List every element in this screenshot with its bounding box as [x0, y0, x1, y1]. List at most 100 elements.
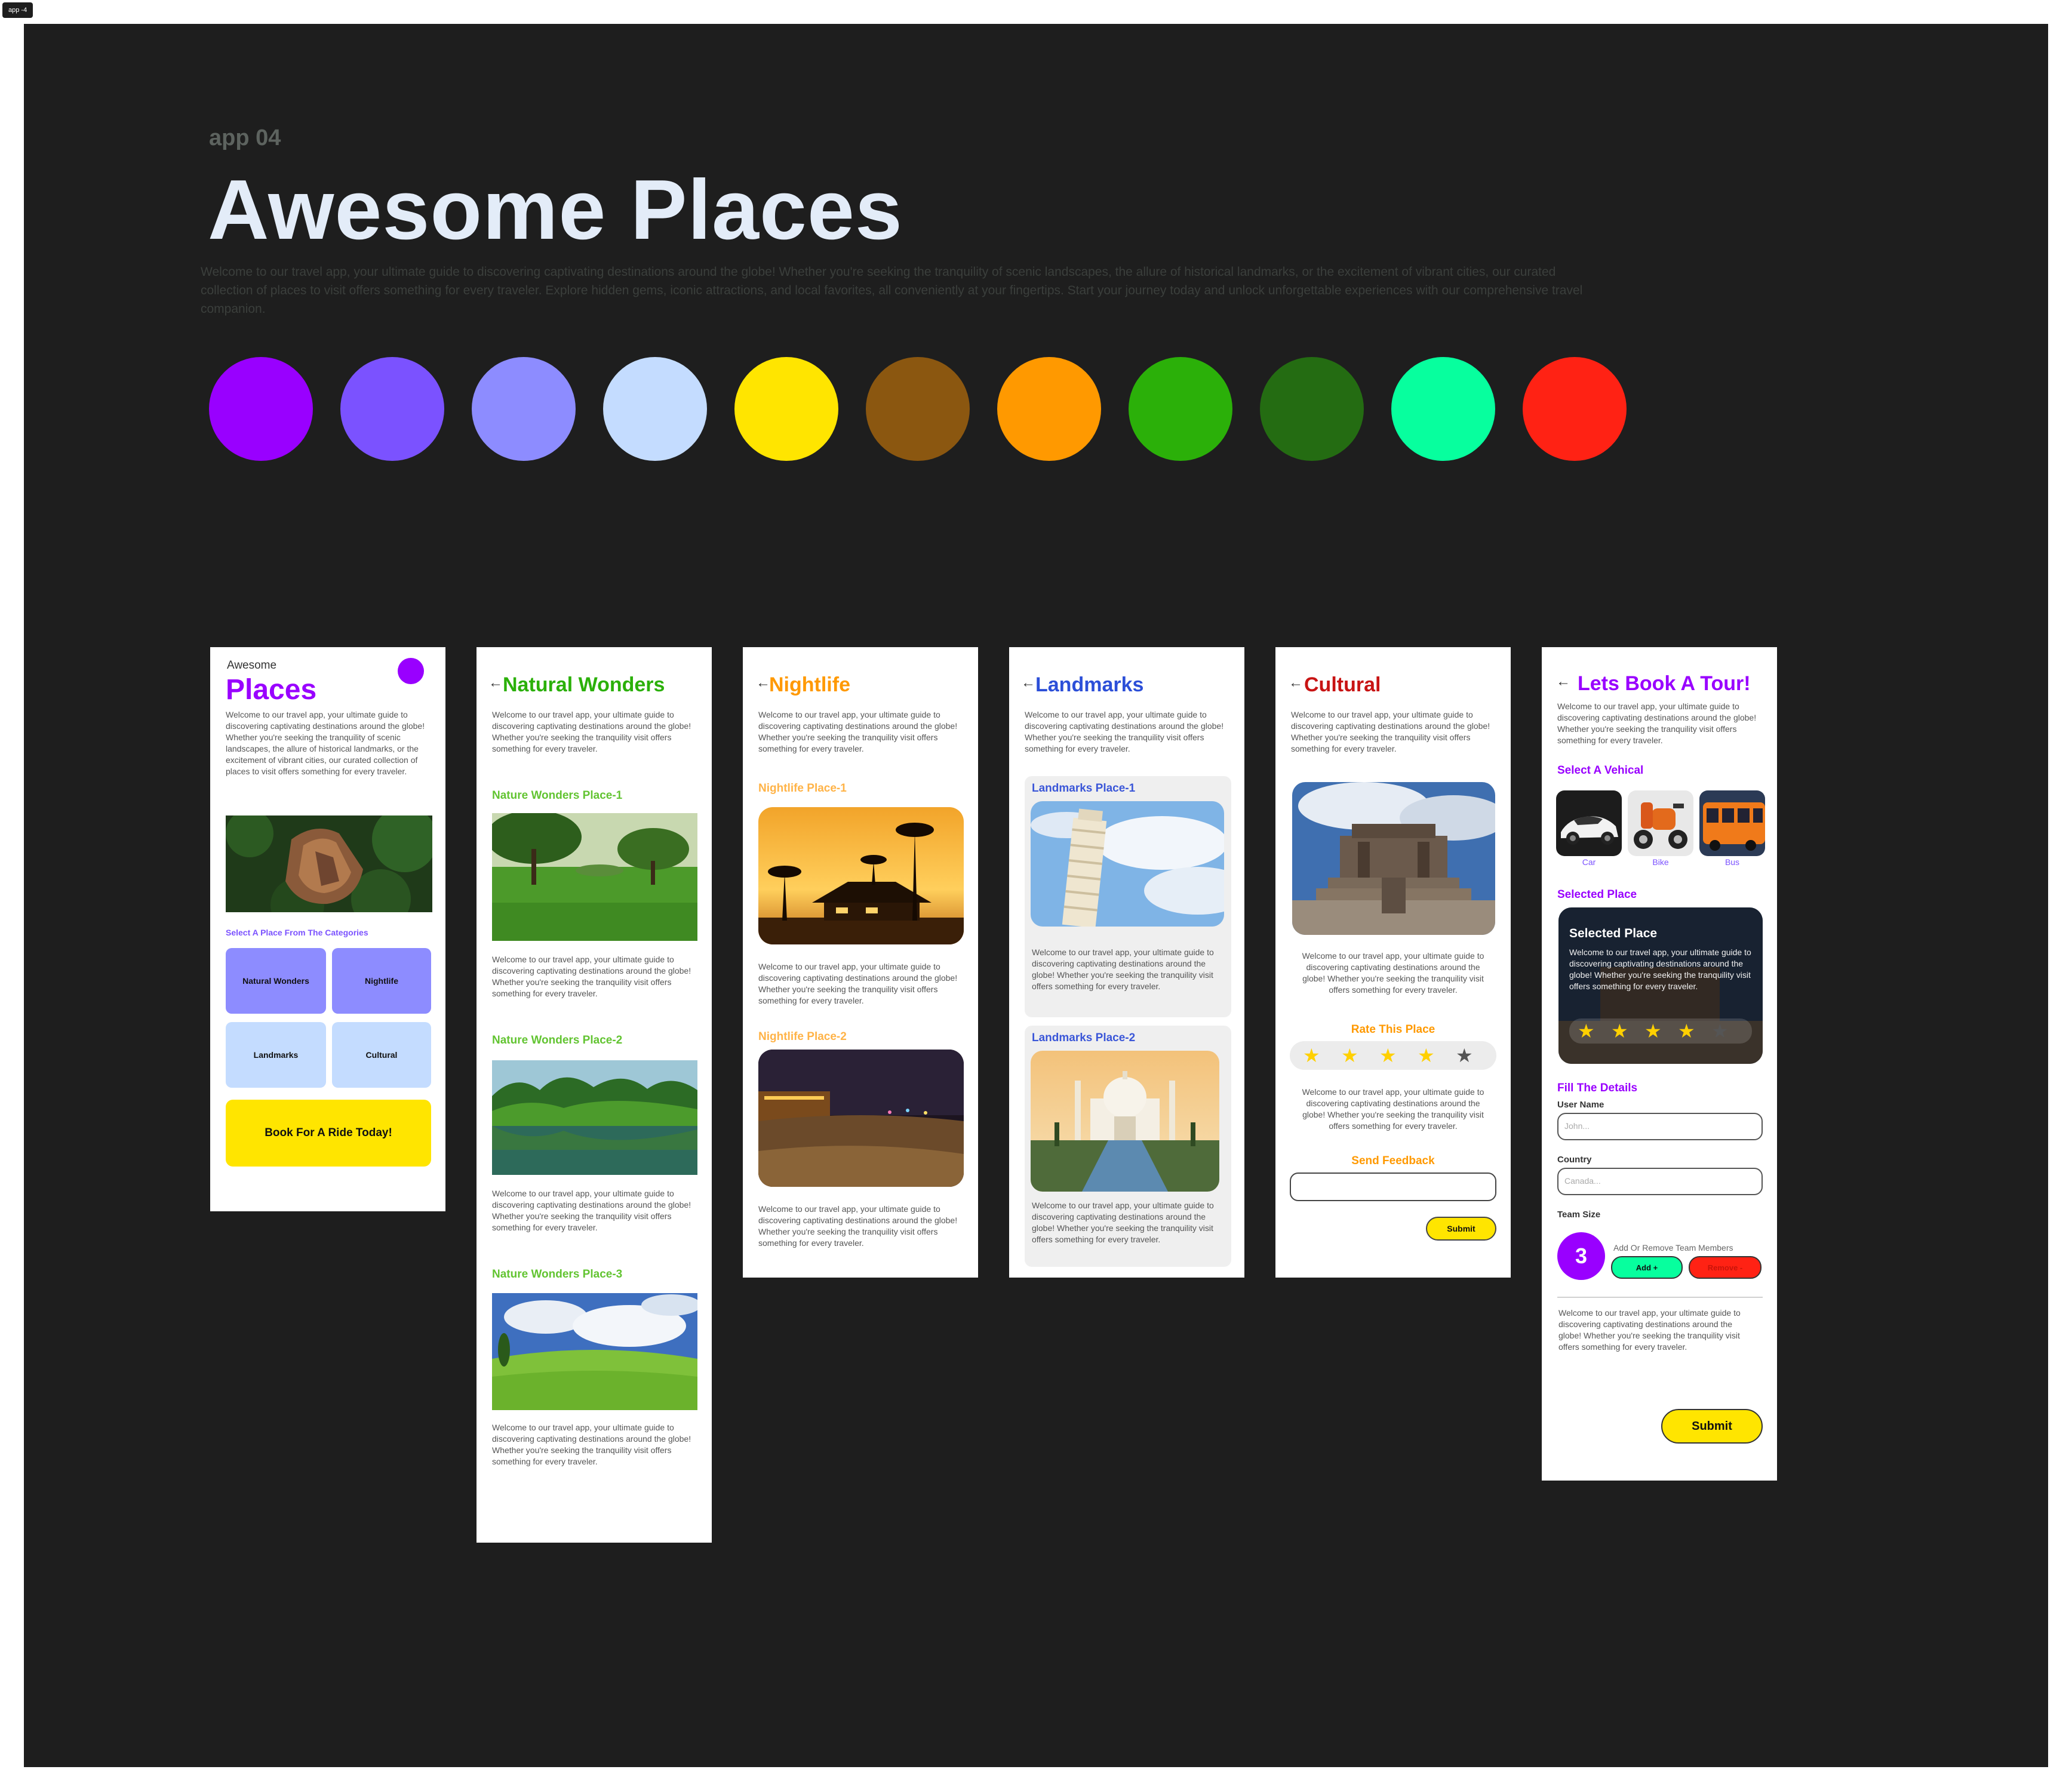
- star-icon[interactable]: ★: [1418, 1046, 1435, 1065]
- color-swatch: [997, 357, 1101, 461]
- star-icon[interactable]: ★: [1644, 1021, 1662, 1041]
- natural-place-1-title: Nature Wonders Place-1: [492, 789, 623, 802]
- natural-place-2-title: Nature Wonders Place-2: [492, 1034, 623, 1047]
- nightlife-place-2-text: Welcome to our travel app, your ultimate…: [758, 1204, 958, 1248]
- natural-place-1-text: Welcome to our travel app, your ultimate…: [492, 955, 691, 998]
- star-icon[interactable]: ★: [1341, 1046, 1358, 1065]
- design-canvas: app 04 Awesome Places Welcome to our tra…: [24, 24, 2048, 1767]
- cultural-text-2: Welcome to our travel app, your ultimate…: [1302, 1087, 1484, 1131]
- feedback-input[interactable]: [1290, 1173, 1496, 1201]
- color-palette: [209, 357, 1630, 464]
- rating-bar[interactable]: ★ ★ ★ ★ ★: [1290, 1041, 1496, 1070]
- vehicle-bike-label: Bike: [1652, 857, 1669, 867]
- natural-place-3-image: [492, 1293, 697, 1410]
- category-natural-wonders[interactable]: Natural Wonders: [226, 948, 326, 1014]
- color-swatch: [603, 357, 707, 461]
- back-arrow-icon[interactable]: ←: [756, 675, 770, 691]
- screen-cultural: ← Cultural Welcome to our travel app, yo…: [1275, 647, 1511, 1278]
- vehicle-car-image[interactable]: [1556, 790, 1622, 856]
- natural-place-2-image: [492, 1060, 697, 1175]
- nightlife-place-1-title: Nightlife Place-1: [758, 782, 847, 795]
- username-input[interactable]: John...: [1557, 1113, 1763, 1140]
- star-icon[interactable]: ★: [1303, 1046, 1320, 1065]
- screen-nightlife: ← Nightlife Welcome to our travel app, y…: [743, 647, 978, 1278]
- natural-title: Natural Wonders: [503, 673, 665, 696]
- star-icon[interactable]: ★: [1711, 1021, 1729, 1041]
- landmark-card-2[interactable]: Landmarks Place-2 Welcome to our travel …: [1025, 1026, 1231, 1267]
- natural-intro: Welcome to our travel app, your ultimate…: [492, 710, 691, 753]
- country-input[interactable]: Canada...: [1557, 1168, 1763, 1195]
- color-swatch: [734, 357, 838, 461]
- back-arrow-icon[interactable]: ←: [1021, 675, 1035, 691]
- add-member-button[interactable]: Add +: [1611, 1256, 1683, 1279]
- nightlife-place-2-title: Nightlife Place-2: [758, 1030, 847, 1043]
- cultural-text-1: Welcome to our travel app, your ultimate…: [1302, 951, 1484, 995]
- category-nightlife[interactable]: Nightlife: [332, 948, 431, 1014]
- color-swatch: [866, 357, 970, 461]
- landmarks-title: Landmarks: [1035, 673, 1144, 696]
- color-swatch: [209, 357, 313, 461]
- screen-home: Awesome Places Welcome to our travel app…: [210, 647, 445, 1211]
- booking-submit-button[interactable]: Submit: [1661, 1409, 1763, 1444]
- screen-booking: ← Lets Book A Tour! Welcome to our trave…: [1542, 647, 1777, 1481]
- selected-place-card[interactable]: Selected Place Welcome to our travel app…: [1558, 907, 1763, 1064]
- home-intro: Welcome to our travel app, your ultimate…: [226, 710, 425, 776]
- home-small-title: Awesome: [227, 659, 277, 672]
- back-arrow-icon[interactable]: ←: [1289, 675, 1303, 691]
- vehicle-car-label: Car: [1582, 857, 1596, 867]
- star-icon[interactable]: ★: [1678, 1021, 1695, 1041]
- cultural-title: Cultural: [1304, 673, 1381, 696]
- star-icon[interactable]: ★: [1611, 1021, 1628, 1041]
- booking-title: Lets Book A Tour!: [1578, 672, 1751, 695]
- divider: [1557, 1297, 1763, 1298]
- nightlife-title: Nightlife: [769, 673, 850, 696]
- remove-member-button[interactable]: Remove -: [1689, 1256, 1761, 1279]
- nightlife-place-1-image: [758, 807, 964, 944]
- app-intro: Welcome to our travel app, your ultimate…: [201, 265, 1583, 316]
- landmark-place-1-text: Welcome to our travel app, your ultimate…: [1032, 947, 1214, 991]
- country-label: Country: [1557, 1155, 1592, 1165]
- star-icon[interactable]: ★: [1456, 1046, 1473, 1065]
- app-label: app 04: [209, 125, 281, 150]
- book-ride-button[interactable]: Book For A Ride Today!: [226, 1100, 431, 1167]
- selected-rating: ★ ★ ★ ★ ★: [1569, 1018, 1752, 1044]
- selected-card-text: Welcome to our travel app, your ultimate…: [1569, 947, 1751, 991]
- category-landmarks[interactable]: Landmarks: [226, 1022, 326, 1088]
- team-hint: Add Or Remove Team Members: [1613, 1243, 1733, 1253]
- color-swatch: [1391, 357, 1495, 461]
- back-arrow-icon[interactable]: ←: [488, 675, 503, 691]
- booking-footer-text: Welcome to our travel app, your ultimate…: [1558, 1308, 1741, 1352]
- vehicle-bus-image[interactable]: [1699, 790, 1765, 856]
- landmark-place-2-title: Landmarks Place-2: [1032, 1032, 1136, 1044]
- category-cultural[interactable]: Cultural: [332, 1022, 431, 1088]
- color-swatch: [340, 357, 444, 461]
- home-title: Places: [226, 674, 317, 706]
- home-hero-image: [226, 816, 432, 912]
- details-heading: Fill The Details: [1557, 1082, 1638, 1094]
- vehicle-bike-image[interactable]: [1628, 790, 1693, 856]
- booking-intro: Welcome to our travel app, your ultimate…: [1557, 701, 1757, 745]
- natural-place-1-image: [492, 813, 697, 941]
- nightlife-place-2-image: [758, 1050, 964, 1187]
- star-icon[interactable]: ★: [1379, 1046, 1397, 1065]
- star-icon[interactable]: ★: [1578, 1021, 1595, 1041]
- screen-natural-wonders: ← Natural Wonders Welcome to our travel …: [477, 647, 712, 1543]
- color-swatch: [1523, 357, 1627, 461]
- vehicle-bus-label: Bus: [1724, 857, 1740, 867]
- back-arrow-icon[interactable]: ←: [1556, 673, 1570, 690]
- cultural-submit-button[interactable]: Submit: [1426, 1217, 1496, 1241]
- natural-place-3-text: Welcome to our travel app, your ultimate…: [492, 1423, 691, 1466]
- cultural-image: [1292, 782, 1495, 935]
- selected-card-title: Selected Place: [1569, 927, 1658, 940]
- landmarks-intro: Welcome to our travel app, your ultimate…: [1025, 710, 1224, 753]
- nightlife-intro: Welcome to our travel app, your ultimate…: [758, 710, 958, 753]
- rate-heading: Rate This Place: [1351, 1023, 1435, 1036]
- natural-place-2-text: Welcome to our travel app, your ultimate…: [492, 1189, 691, 1232]
- category-heading: Select A Place From The Categories: [226, 928, 368, 937]
- natural-place-3-title: Nature Wonders Place-3: [492, 1268, 623, 1281]
- screen-landmarks: ← Landmarks Welcome to our travel app, y…: [1009, 647, 1244, 1278]
- team-count: 3: [1557, 1232, 1605, 1280]
- landmark-card-1[interactable]: Landmarks Place-1 Welcome to our travel …: [1025, 776, 1231, 1017]
- team-size-label: Team Size: [1557, 1210, 1601, 1220]
- avatar[interactable]: [398, 658, 424, 684]
